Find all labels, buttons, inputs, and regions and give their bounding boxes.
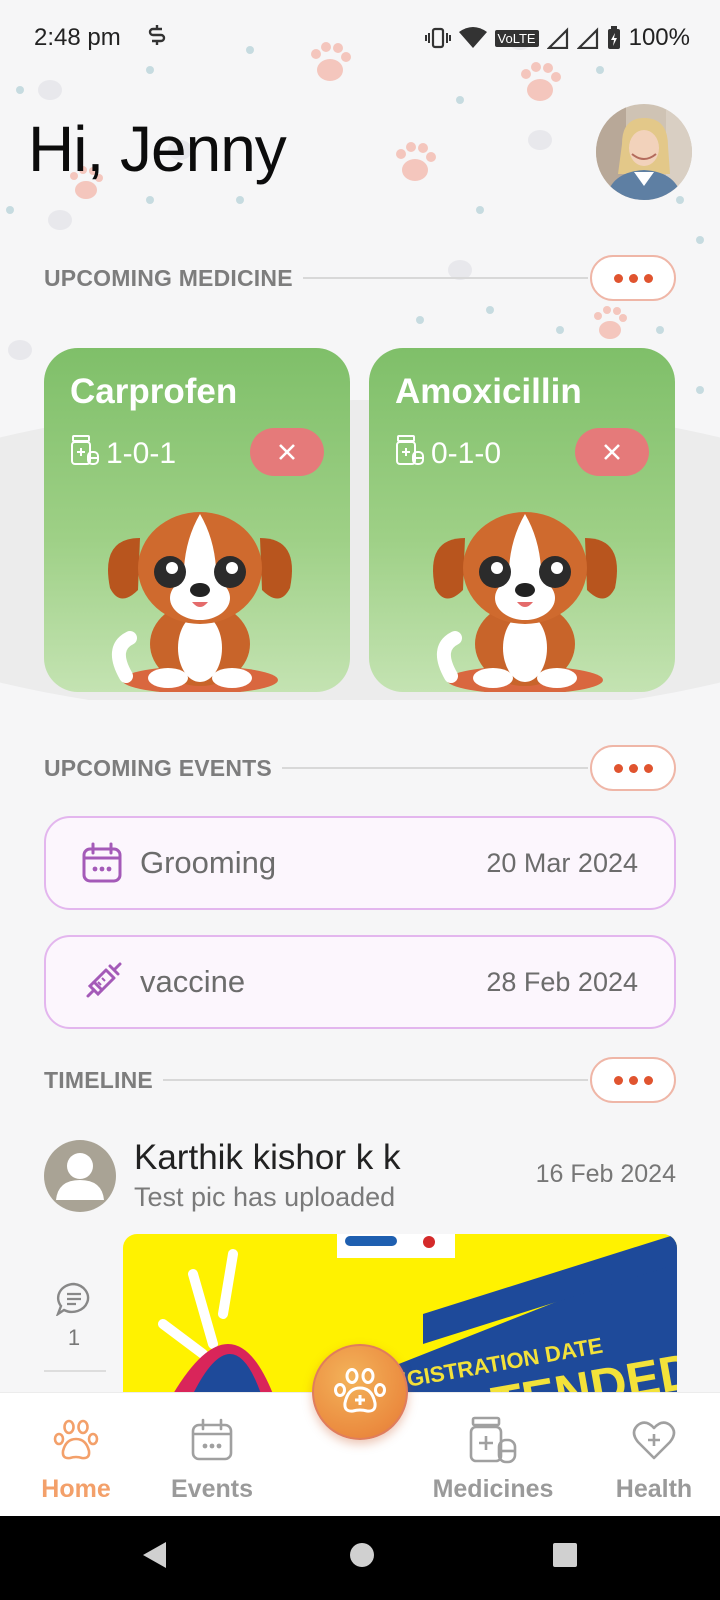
divider xyxy=(162,1079,588,1081)
syringe-icon xyxy=(80,960,124,1004)
more-dots-icon xyxy=(613,273,623,283)
section-title: TIMELINE xyxy=(44,1066,153,1093)
event-name: Grooming xyxy=(140,845,277,880)
medicine-card[interactable]: Amoxicillin 0-1-0 xyxy=(369,348,675,692)
nav-home[interactable]: Home xyxy=(32,1393,120,1517)
nav-medicines[interactable]: Medicines xyxy=(430,1393,556,1517)
divider xyxy=(44,1370,106,1372)
medicine-more-button[interactable] xyxy=(590,255,676,301)
dismiss-medicine-button[interactable] xyxy=(575,428,649,476)
more-dots-icon xyxy=(643,273,653,283)
nav-label: Medicines xyxy=(432,1475,554,1503)
medicine-name: Carprofen xyxy=(70,372,238,411)
nav-events[interactable]: Events xyxy=(164,1393,260,1517)
post-author: Karthik kishor k k xyxy=(134,1138,401,1177)
timeline-header: TIMELINE xyxy=(44,1056,676,1104)
close-icon xyxy=(279,444,295,460)
more-dots-icon xyxy=(628,273,638,283)
more-dots-icon xyxy=(643,1075,653,1085)
close-icon xyxy=(604,444,620,460)
event-date: 28 Feb 2024 xyxy=(486,966,638,997)
vibrate-icon xyxy=(424,27,451,49)
paw-plus-icon xyxy=(334,1368,386,1413)
sim-s-icon xyxy=(147,23,167,54)
event-item-grooming[interactable]: Grooming 20 Mar 2024 xyxy=(44,816,676,910)
medicine-bottle-icon xyxy=(395,434,425,474)
paw-icon xyxy=(53,1415,99,1465)
more-dots-icon xyxy=(613,763,623,773)
user-avatar-icon[interactable] xyxy=(44,1140,116,1212)
section-title: UPCOMING EVENTS xyxy=(44,754,272,781)
wifi-icon xyxy=(458,27,487,49)
home-circle-icon[interactable] xyxy=(348,1540,376,1575)
nav-label: Home xyxy=(41,1475,111,1503)
avatar[interactable] xyxy=(596,104,692,200)
divider xyxy=(302,277,588,279)
comment-icon xyxy=(55,1282,90,1318)
more-dots-icon xyxy=(643,763,653,773)
add-pet-fab-button[interactable] xyxy=(312,1344,408,1440)
back-icon[interactable] xyxy=(140,1540,168,1575)
status-time: 2:48 pm xyxy=(34,24,121,51)
timeline-more-button[interactable] xyxy=(590,1057,676,1103)
comments-button[interactable]: 1 xyxy=(55,1282,92,1351)
signal-icon xyxy=(546,27,569,49)
event-name: vaccine xyxy=(140,964,246,999)
upcoming-events-header: UPCOMING EVENTS xyxy=(44,744,676,792)
medicine-dose: 0-1-0 xyxy=(395,434,501,474)
system-navigation-bar xyxy=(0,1516,720,1600)
divider xyxy=(281,767,588,769)
nav-label: Events xyxy=(171,1475,253,1503)
puppy-illustration xyxy=(433,512,617,692)
more-dots-icon xyxy=(628,1075,638,1085)
calendar-icon xyxy=(80,841,124,885)
medicine-bottle-icon xyxy=(70,434,100,474)
dose-text: 1-0-1 xyxy=(106,437,177,470)
puppy-illustration xyxy=(108,512,292,692)
dose-text: 0-1-0 xyxy=(431,437,502,470)
more-dots-icon xyxy=(628,763,638,773)
medicine-name: Amoxicillin xyxy=(395,372,582,411)
upcoming-medicine-header: UPCOMING MEDICINE xyxy=(44,254,676,302)
events-more-button[interactable] xyxy=(590,745,676,791)
comment-count: 1 xyxy=(67,1325,81,1350)
volte-badge: VoLTE xyxy=(494,29,539,47)
nav-label: Health xyxy=(615,1475,693,1503)
medicine-dose: 1-0-1 xyxy=(70,434,176,474)
calendar-icon xyxy=(190,1415,234,1465)
greeting-title: Hi, Jenny xyxy=(28,113,287,185)
section-title: UPCOMING MEDICINE xyxy=(44,264,293,291)
heart-icon xyxy=(632,1415,676,1465)
medicine-icon xyxy=(467,1415,519,1465)
medicine-card[interactable]: Carprofen 1-0-1 xyxy=(44,348,350,692)
event-item-vaccine[interactable]: vaccine 28 Feb 2024 xyxy=(44,935,676,1029)
more-dots-icon xyxy=(613,1075,623,1085)
post-date: 16 Feb 2024 xyxy=(535,1160,676,1188)
dismiss-medicine-button[interactable] xyxy=(250,428,324,476)
signal-icon xyxy=(576,27,599,49)
status-bar: 2:48 pm VoLTE 100% xyxy=(0,0,720,76)
battery-percent: 100% xyxy=(628,24,690,51)
event-date: 20 Mar 2024 xyxy=(486,847,638,878)
nav-health[interactable]: Health xyxy=(606,1393,702,1517)
battery-icon xyxy=(607,26,621,50)
post-description: Test pic has uploaded xyxy=(134,1182,396,1212)
recents-square-icon[interactable] xyxy=(551,1540,579,1575)
